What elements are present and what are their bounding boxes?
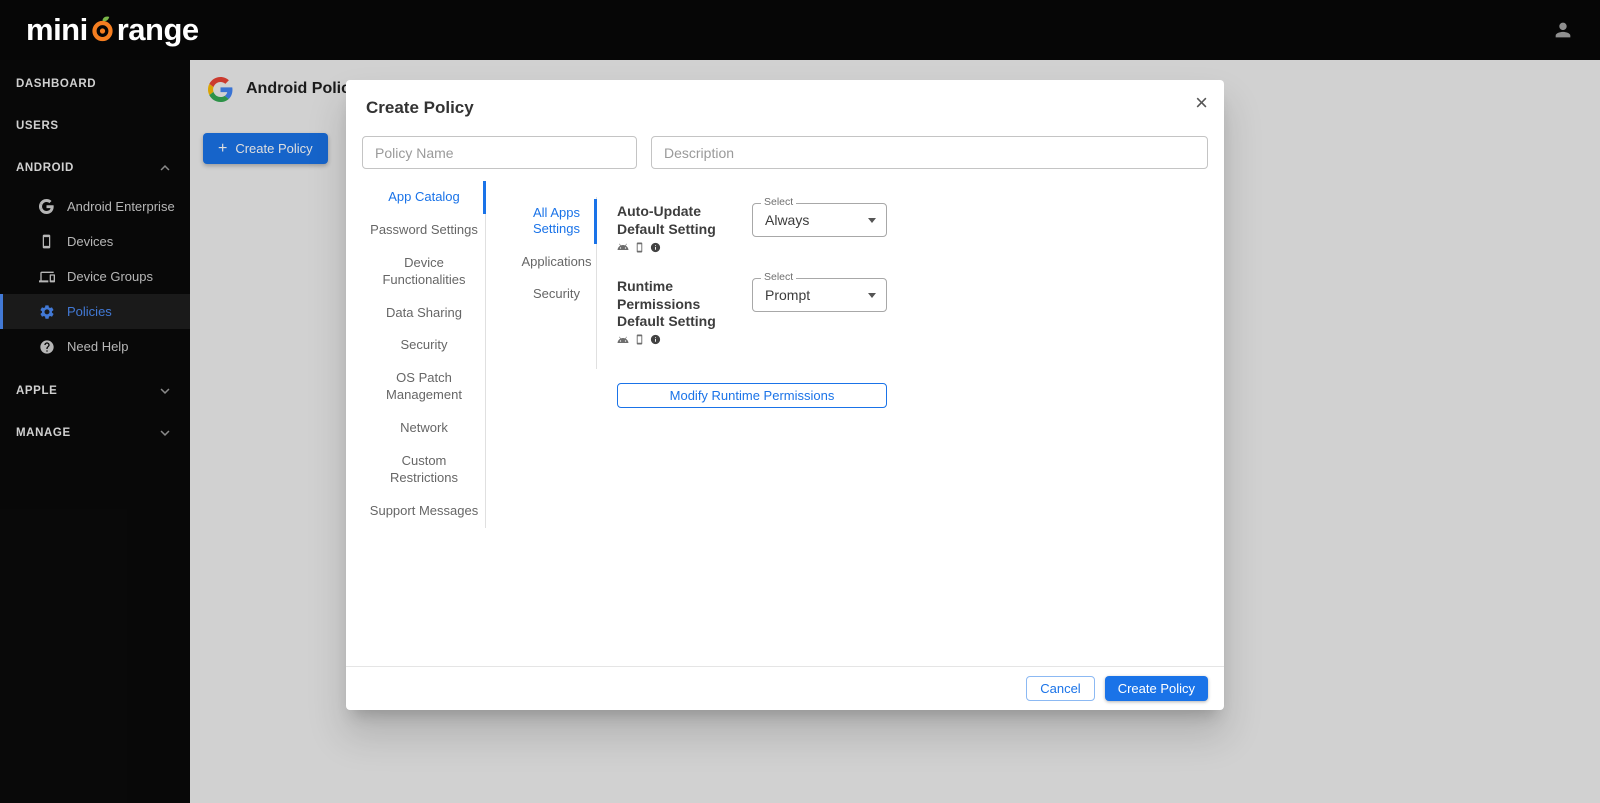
platform-icons [617, 241, 747, 253]
auto-update-select[interactable]: Select Always [752, 197, 887, 237]
logo-text-mini: mini [26, 12, 88, 47]
person-icon [1555, 22, 1571, 38]
setting-label-block: Auto-Update Default Setting [617, 203, 747, 253]
modal-title: Create Policy [366, 98, 474, 117]
setting-label: Runtime Permissions Default Setting [617, 278, 716, 329]
orange-ring-icon [89, 14, 116, 50]
miniorange-logo: mini range [26, 10, 199, 50]
modal-inputs-row [346, 136, 1224, 169]
subtab-all-apps-settings[interactable]: All Apps Settings [516, 197, 597, 246]
info-icon [650, 334, 661, 345]
settings-panel: Auto-Update Default Setting Select Alway… [617, 197, 887, 408]
chevron-down-icon [868, 293, 876, 298]
policy-section-tabs: App Catalog Password Settings Device Fun… [362, 181, 486, 528]
select-value: Prompt [765, 287, 811, 303]
info-icon [650, 242, 661, 252]
runtime-permissions-setting-row: Runtime Permissions Default Setting Sele… [617, 272, 887, 346]
modal-footer: Cancel Create Policy [346, 666, 1224, 710]
user-account-button[interactable] [1552, 19, 1574, 41]
description-input[interactable] [651, 136, 1208, 169]
policy-name-input[interactable] [362, 136, 637, 169]
tab-password-settings[interactable]: Password Settings [362, 214, 486, 247]
setting-label-block: Runtime Permissions Default Setting [617, 278, 747, 346]
subtab-applications[interactable]: Applications [516, 246, 597, 278]
tab-device-functionalities[interactable]: Device Functionalities [362, 247, 486, 297]
modal-body: App Catalog Password Settings Device Fun… [346, 169, 1224, 666]
smartphone-icon [636, 334, 643, 345]
tab-network[interactable]: Network [362, 412, 486, 445]
top-header: mini range [0, 0, 1600, 60]
select-floating-label: Select [761, 272, 797, 283]
tab-os-patch-management[interactable]: OS Patch Management [362, 362, 486, 412]
create-policy-modal: Create Policy × App Catalog Password Set… [346, 80, 1224, 710]
close-icon[interactable]: × [1195, 92, 1208, 114]
chevron-down-icon [868, 218, 876, 223]
android-icon [617, 336, 629, 343]
smartphone-icon [636, 241, 643, 253]
platform-icons [617, 334, 747, 346]
modal-header: Create Policy × [346, 80, 1224, 118]
tab-data-sharing[interactable]: Data Sharing [362, 297, 486, 330]
subtab-security[interactable]: Security [516, 278, 597, 310]
setting-label: Auto-Update Default Setting [617, 203, 716, 237]
auto-update-setting-row: Auto-Update Default Setting Select Alway… [617, 197, 887, 253]
modify-runtime-permissions-button[interactable]: Modify Runtime Permissions [617, 382, 887, 408]
tab-custom-restrictions[interactable]: Custom Restrictions [362, 445, 486, 495]
cancel-button[interactable]: Cancel [1026, 676, 1095, 701]
select-floating-label: Select [761, 197, 797, 208]
select-value: Always [765, 212, 810, 228]
create-policy-submit-button[interactable]: Create Policy [1104, 676, 1208, 701]
android-icon [617, 243, 629, 250]
logo-text-range: range [116, 12, 199, 47]
runtime-permissions-select[interactable]: Select Prompt [752, 272, 887, 312]
tab-app-catalog[interactable]: App Catalog [362, 181, 486, 214]
app-catalog-subtabs: All Apps Settings Applications Security [516, 197, 597, 369]
tab-support-messages[interactable]: Support Messages [362, 495, 486, 528]
tab-security[interactable]: Security [362, 329, 486, 362]
